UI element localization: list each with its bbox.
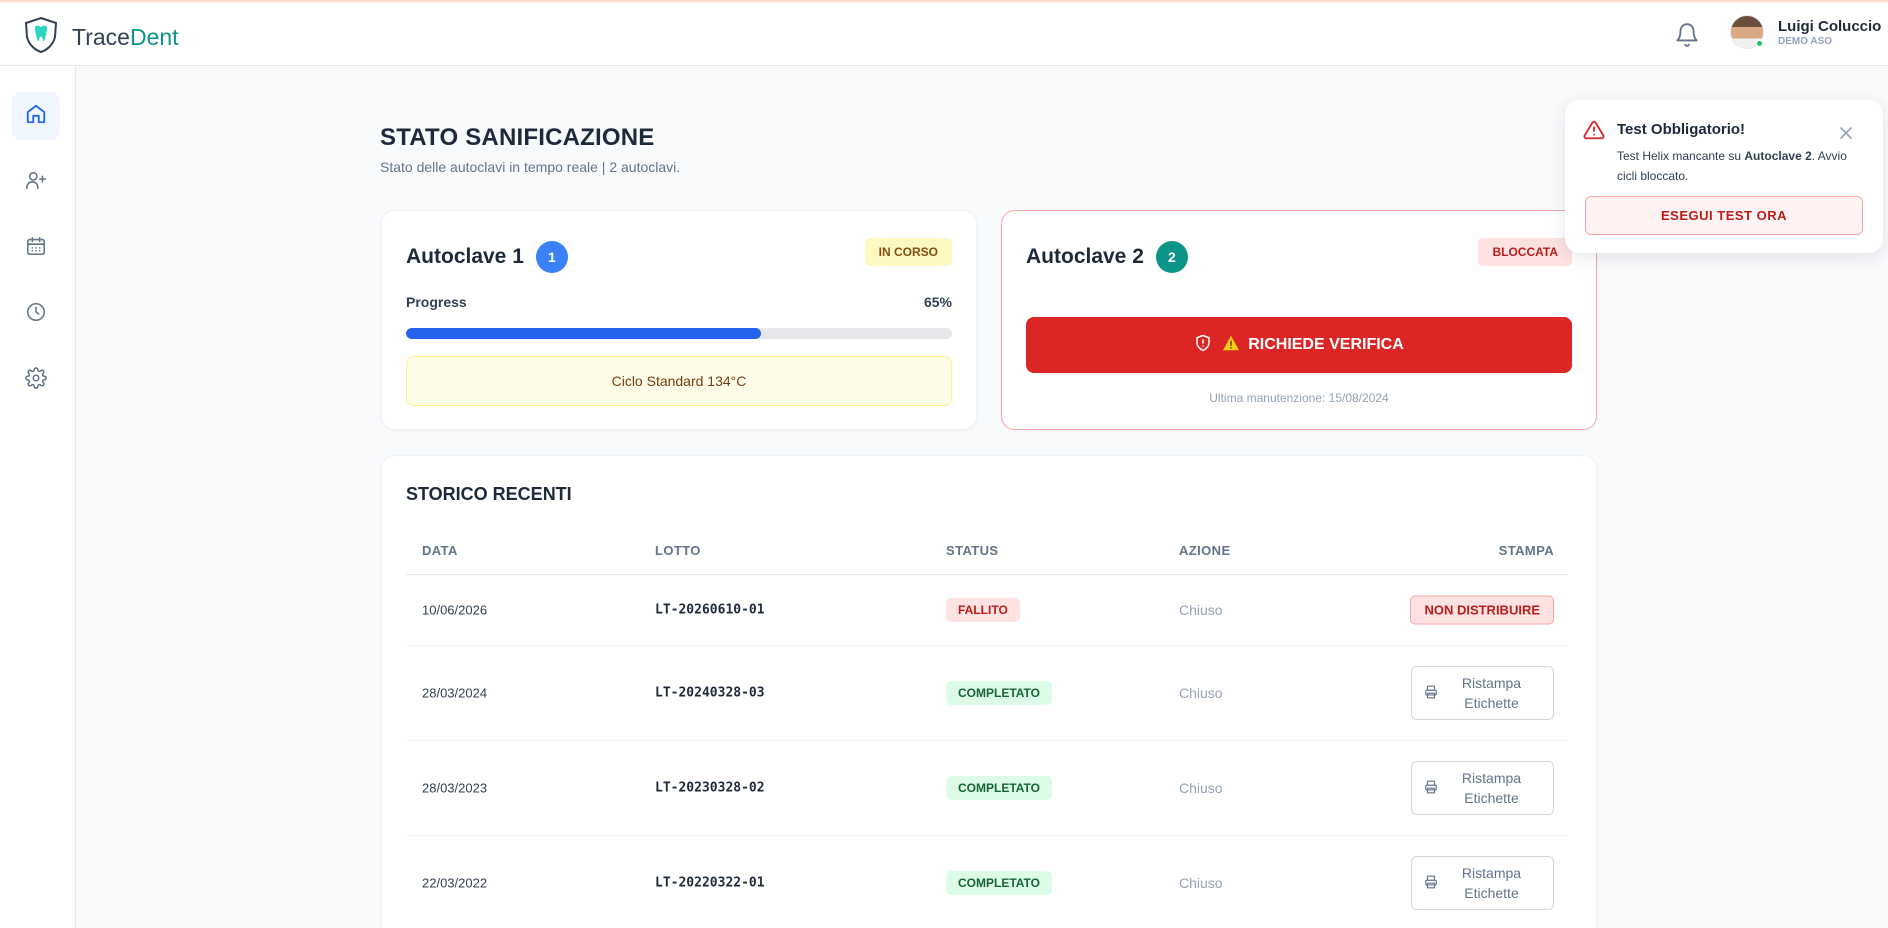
page-subtitle: Stato delle autoclavi in tempo reale | 2… bbox=[380, 159, 681, 175]
table-row: 28/03/2023 LT-20230328-02 COMPLETATO Chi… bbox=[406, 741, 1568, 836]
shield-alert-icon bbox=[1194, 334, 1212, 357]
row-action: Chiuso bbox=[1179, 875, 1223, 891]
autoclave-1-number-badge: 1 bbox=[535, 241, 568, 273]
row-date: 28/03/2023 bbox=[422, 780, 488, 796]
progress-bar bbox=[406, 328, 952, 339]
autoclave-2-card: Autoclave 2 2 BLOCCATA RICHIEDE VERIFICA… bbox=[1001, 210, 1597, 430]
row-date: 10/06/2026 bbox=[422, 602, 488, 618]
column-header-date: DATA bbox=[422, 543, 458, 558]
page-title: STATO SANIFICAZIONE bbox=[380, 124, 655, 151]
last-maintenance: Ultima manutenzione: 15/08/2024 bbox=[1209, 391, 1389, 405]
column-header-lot: LOTTO bbox=[655, 543, 701, 558]
mandatory-test-toast: Test Obbligatorio! Test Helix mancante s… bbox=[1565, 100, 1883, 253]
sidebar-item-history[interactable] bbox=[12, 290, 60, 338]
status-badge: FALLITO bbox=[946, 598, 1020, 622]
app-logo[interactable]: TraceDent bbox=[22, 16, 179, 59]
row-action: Chiuso bbox=[1179, 602, 1223, 618]
verify-button[interactable]: RICHIEDE VERIFICA bbox=[1026, 317, 1572, 373]
cycle-info: Ciclo Standard 134°C bbox=[406, 356, 952, 406]
user-role: DEMO ASO bbox=[1778, 35, 1833, 47]
online-status-indicator bbox=[1755, 39, 1764, 48]
history-table: DATA LOTTO STATUS AZIONE STAMPA 10/06/20… bbox=[406, 531, 1568, 928]
autoclave-2-title: Autoclave 2 2 bbox=[1026, 241, 1188, 273]
top-bar: TraceDent Luigi Coluccio DEMO ASO bbox=[0, 0, 1888, 66]
notification-bell-icon[interactable] bbox=[1674, 22, 1700, 48]
progress-value: 65% bbox=[923, 294, 952, 310]
history-card: STORICO RECENTI DATA LOTTO STATUS AZIONE… bbox=[381, 455, 1597, 928]
reprint-label-line2: Etichette bbox=[1464, 790, 1519, 806]
row-lot: LT-20240328-03 bbox=[655, 685, 765, 701]
row-action: Chiuso bbox=[1179, 780, 1223, 796]
column-header-action: AZIONE bbox=[1179, 543, 1231, 558]
autoclave-2-number-badge: 2 bbox=[1155, 241, 1188, 273]
sidebar-item-home[interactable] bbox=[12, 92, 60, 140]
table-row: 10/06/2026 LT-20260610-01 FALLITO Chiuso… bbox=[406, 575, 1568, 646]
home-icon bbox=[25, 103, 47, 130]
row-date: 22/03/2022 bbox=[422, 875, 488, 891]
reprint-labels-button[interactable]: Ristampa Etichette bbox=[1411, 856, 1554, 910]
do-not-distribute-badge: NON DISTRIBUIRE bbox=[1410, 595, 1554, 625]
table-row: 28/03/2024 LT-20240328-03 COMPLETATO Chi… bbox=[406, 646, 1568, 741]
toast-title: Test Obbligatorio! bbox=[1617, 121, 1746, 138]
app-name: TraceDent bbox=[72, 24, 179, 50]
clock-icon bbox=[25, 301, 47, 328]
progress-label: Progress bbox=[406, 294, 467, 310]
status-badge: BLOCCATA bbox=[1478, 238, 1572, 266]
column-header-status: STATUS bbox=[946, 543, 999, 558]
column-header-print: STAMPA bbox=[1498, 543, 1554, 558]
table-row: 22/03/2022 LT-20220322-01 COMPLETATO Chi… bbox=[406, 836, 1568, 928]
reprint-labels-button[interactable]: Ristampa Etichette bbox=[1411, 761, 1554, 815]
printer-icon bbox=[1424, 780, 1438, 797]
reprint-label-line2: Etichette bbox=[1464, 695, 1519, 711]
reprint-label-line1: Ristampa bbox=[1461, 865, 1522, 881]
sidebar-item-settings[interactable] bbox=[12, 356, 60, 404]
table-header: DATA LOTTO STATUS AZIONE STAMPA bbox=[406, 531, 1568, 575]
history-title: STORICO RECENTI bbox=[406, 484, 572, 504]
alert-triangle-icon bbox=[1583, 119, 1605, 146]
reprint-label-line1: Ristampa bbox=[1461, 770, 1522, 786]
warning-icon bbox=[1222, 335, 1240, 356]
status-badge: COMPLETATO bbox=[946, 776, 1052, 800]
printer-icon bbox=[1424, 685, 1438, 702]
user-menu[interactable]: Luigi Coluccio DEMO ASO bbox=[1730, 15, 1881, 49]
close-icon[interactable] bbox=[1833, 120, 1859, 146]
verify-button-label: RICHIEDE VERIFICA bbox=[1248, 336, 1404, 353]
status-badge: COMPLETATO bbox=[946, 871, 1052, 895]
row-lot: LT-20260610-01 bbox=[655, 602, 765, 618]
printer-icon bbox=[1424, 875, 1438, 892]
run-test-button[interactable]: ESEGUI TEST ORA bbox=[1585, 196, 1863, 235]
gear-icon bbox=[25, 366, 47, 394]
row-lot: LT-20230328-02 bbox=[655, 780, 765, 796]
reprint-label-line1: Ristampa bbox=[1461, 675, 1522, 691]
reprint-label-line2: Etichette bbox=[1464, 885, 1519, 901]
status-badge: COMPLETATO bbox=[946, 681, 1052, 705]
row-action: Chiuso bbox=[1179, 685, 1223, 701]
toast-message: Test Helix mancante su Autoclave 2. Avvi… bbox=[1617, 149, 1847, 183]
avatar bbox=[1730, 15, 1764, 49]
status-badge: IN CORSO bbox=[864, 238, 952, 266]
sidebar-item-calendar[interactable] bbox=[12, 224, 60, 272]
user-name: Luigi Coluccio bbox=[1778, 17, 1882, 35]
add-user-icon bbox=[25, 169, 47, 196]
tooth-shield-icon bbox=[22, 16, 60, 59]
sidebar-item-add-patient[interactable] bbox=[12, 158, 60, 206]
row-lot: LT-20220322-01 bbox=[655, 875, 765, 891]
calendar-icon bbox=[25, 235, 47, 262]
sidebar bbox=[0, 66, 76, 928]
progress-bar-fill bbox=[406, 328, 761, 339]
reprint-labels-button[interactable]: Ristampa Etichette bbox=[1411, 666, 1554, 720]
row-date: 28/03/2024 bbox=[422, 685, 488, 701]
autoclave-1-card: Autoclave 1 1 IN CORSO Progress 65% Cicl… bbox=[381, 210, 977, 430]
autoclave-1-title: Autoclave 1 1 bbox=[406, 241, 568, 273]
